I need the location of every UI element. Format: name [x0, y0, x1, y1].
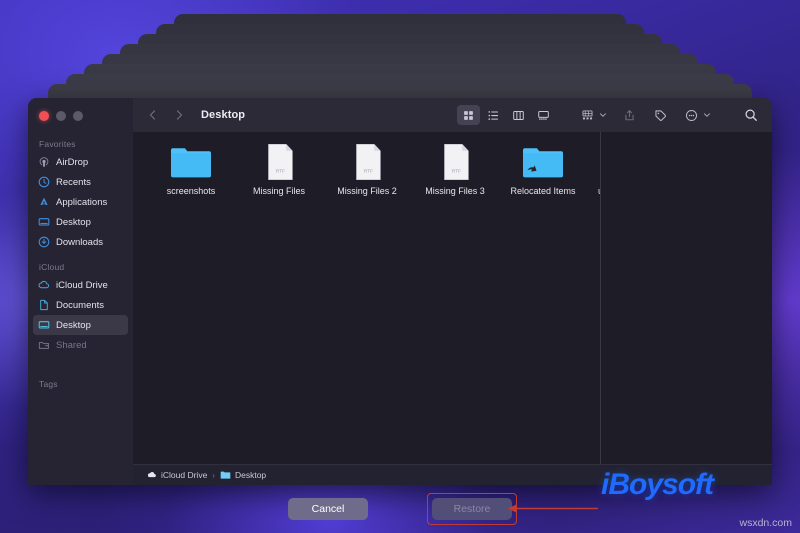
sidebar-item-recents[interactable]: Recents [33, 172, 128, 192]
file-browser-area: screenshots RTF Missing Files RTF Missin… [133, 132, 772, 464]
folder-icon [168, 142, 214, 182]
sidebar-item-label: Desktop [56, 216, 91, 228]
more-circle-icon[interactable] [681, 105, 701, 125]
icon-view-button[interactable] [457, 105, 480, 125]
sidebar-item-downloads[interactable]: Downloads [33, 232, 128, 252]
file-item-relocated-items[interactable]: Relocated Items [499, 142, 587, 196]
folder-icon [220, 471, 231, 479]
file-grid: screenshots RTF Missing Files RTF Missin… [133, 132, 600, 464]
back-button[interactable] [145, 105, 161, 125]
sidebar-item-label: Desktop [56, 319, 91, 331]
preview-pane [600, 132, 772, 464]
forward-button[interactable] [171, 105, 187, 125]
file-item-screenshots[interactable]: screenshots [147, 142, 235, 196]
document-page-icon [38, 299, 50, 311]
sidebar-item-label: Applications [56, 196, 108, 208]
file-label: Relocated Items [510, 186, 576, 196]
file-label: screenshots [166, 186, 216, 196]
breadcrumb-item-desktop[interactable]: Desktop [220, 470, 266, 480]
sidebar-item-documents[interactable]: Documents [33, 295, 128, 315]
sidebar-item-label: iCloud Drive [56, 279, 108, 291]
toolbar-title: Desktop [201, 109, 246, 121]
minimize-button[interactable] [56, 111, 66, 121]
sidebar-item-label: Downloads [56, 236, 103, 248]
rtf-document-icon: RTF [256, 142, 302, 182]
sidebar-item-icloud-desktop[interactable]: Desktop [33, 315, 128, 335]
file-label: Missing Files [252, 186, 305, 196]
folder-alias-icon [520, 142, 566, 182]
sidebar-item-desktop[interactable]: Desktop [33, 212, 128, 232]
file-item-missing-files-3[interactable]: RTF Missing Files 3 [411, 142, 499, 196]
restore-button-wrapper: Restore [427, 493, 517, 525]
sidebar-item-shared[interactable]: Shared [33, 335, 128, 355]
toolbar: Desktop [133, 98, 772, 132]
gallery-view-button[interactable] [532, 105, 555, 125]
shared-folder-icon [38, 339, 50, 351]
group-by-icon[interactable] [577, 105, 597, 125]
sidebar-item-label: Shared [56, 339, 87, 351]
content-area: Desktop screenshots RTF Missing Files RT… [133, 98, 772, 485]
sidebar-section-favorites-label: Favorites [39, 139, 76, 149]
cloud-icon [147, 471, 156, 478]
sidebar-section-icloud-label: iCloud [39, 262, 65, 272]
desktop-monitor-icon [38, 319, 50, 331]
svg-text:RTF: RTF [276, 168, 285, 174]
view-mode-segmented-control [457, 105, 555, 125]
airdrop-icon [38, 156, 50, 168]
cancel-button[interactable]: Cancel [288, 498, 368, 520]
rtf-document-icon: RTF [432, 142, 478, 182]
sidebar-section-tags-label: Tags [39, 379, 58, 389]
search-icon[interactable] [741, 105, 761, 125]
list-view-button[interactable] [482, 105, 505, 125]
file-item-missing-files[interactable]: RTF Missing Files [235, 142, 323, 196]
downloads-arrow-icon [38, 236, 50, 248]
tag-icon[interactable] [650, 105, 670, 125]
site-watermark: wsxdn.com [739, 517, 792, 529]
restore-button[interactable]: Restore [432, 498, 512, 520]
iboysoft-watermark: iBoysoft [601, 468, 714, 501]
sidebar-item-applications[interactable]: Applications [33, 192, 128, 212]
sidebar: Favorites AirDrop Recents Applications D… [28, 98, 133, 485]
file-label: Missing Files 2 [337, 186, 397, 196]
applications-icon [38, 196, 50, 208]
breadcrumb-separator: › [212, 470, 215, 480]
breadcrumb-label: iCloud Drive [161, 470, 208, 480]
finder-restore-dialog: Favorites AirDrop Recents Applications D… [28, 98, 772, 485]
recents-clock-icon [38, 176, 50, 188]
cloud-icon [38, 279, 50, 291]
sidebar-item-label: Documents [56, 299, 105, 311]
file-item-clipped[interactable]: ur [587, 142, 600, 196]
clipped-icon [579, 142, 600, 182]
window-traffic-lights [28, 102, 133, 133]
file-label: Missing Files 3 [425, 186, 485, 196]
rtf-document-icon: RTF [344, 142, 390, 182]
close-button[interactable] [39, 111, 49, 121]
sidebar-item-airdrop[interactable]: AirDrop [33, 152, 128, 172]
sidebar-item-label: AirDrop [56, 156, 89, 168]
share-upload-icon[interactable] [619, 105, 639, 125]
breadcrumb-label: Desktop [234, 470, 267, 480]
breadcrumb-item-icloud-drive[interactable]: iCloud Drive [147, 470, 207, 480]
chevron-down-icon[interactable] [702, 105, 711, 125]
group-by-control[interactable] [577, 105, 607, 125]
sidebar-item-label: Recents [56, 176, 91, 188]
column-view-button[interactable] [507, 105, 530, 125]
svg-text:RTF: RTF [364, 168, 373, 174]
svg-text:RTF: RTF [452, 168, 461, 174]
annotation-arrow-icon [507, 504, 598, 513]
desktop-monitor-icon [38, 216, 50, 228]
more-actions-control[interactable] [681, 105, 711, 125]
sidebar-item-icloud-drive[interactable]: iCloud Drive [33, 275, 128, 295]
chevron-down-icon[interactable] [598, 105, 607, 125]
maximize-button[interactable] [73, 111, 83, 121]
file-item-missing-files-2[interactable]: RTF Missing Files 2 [323, 142, 411, 196]
